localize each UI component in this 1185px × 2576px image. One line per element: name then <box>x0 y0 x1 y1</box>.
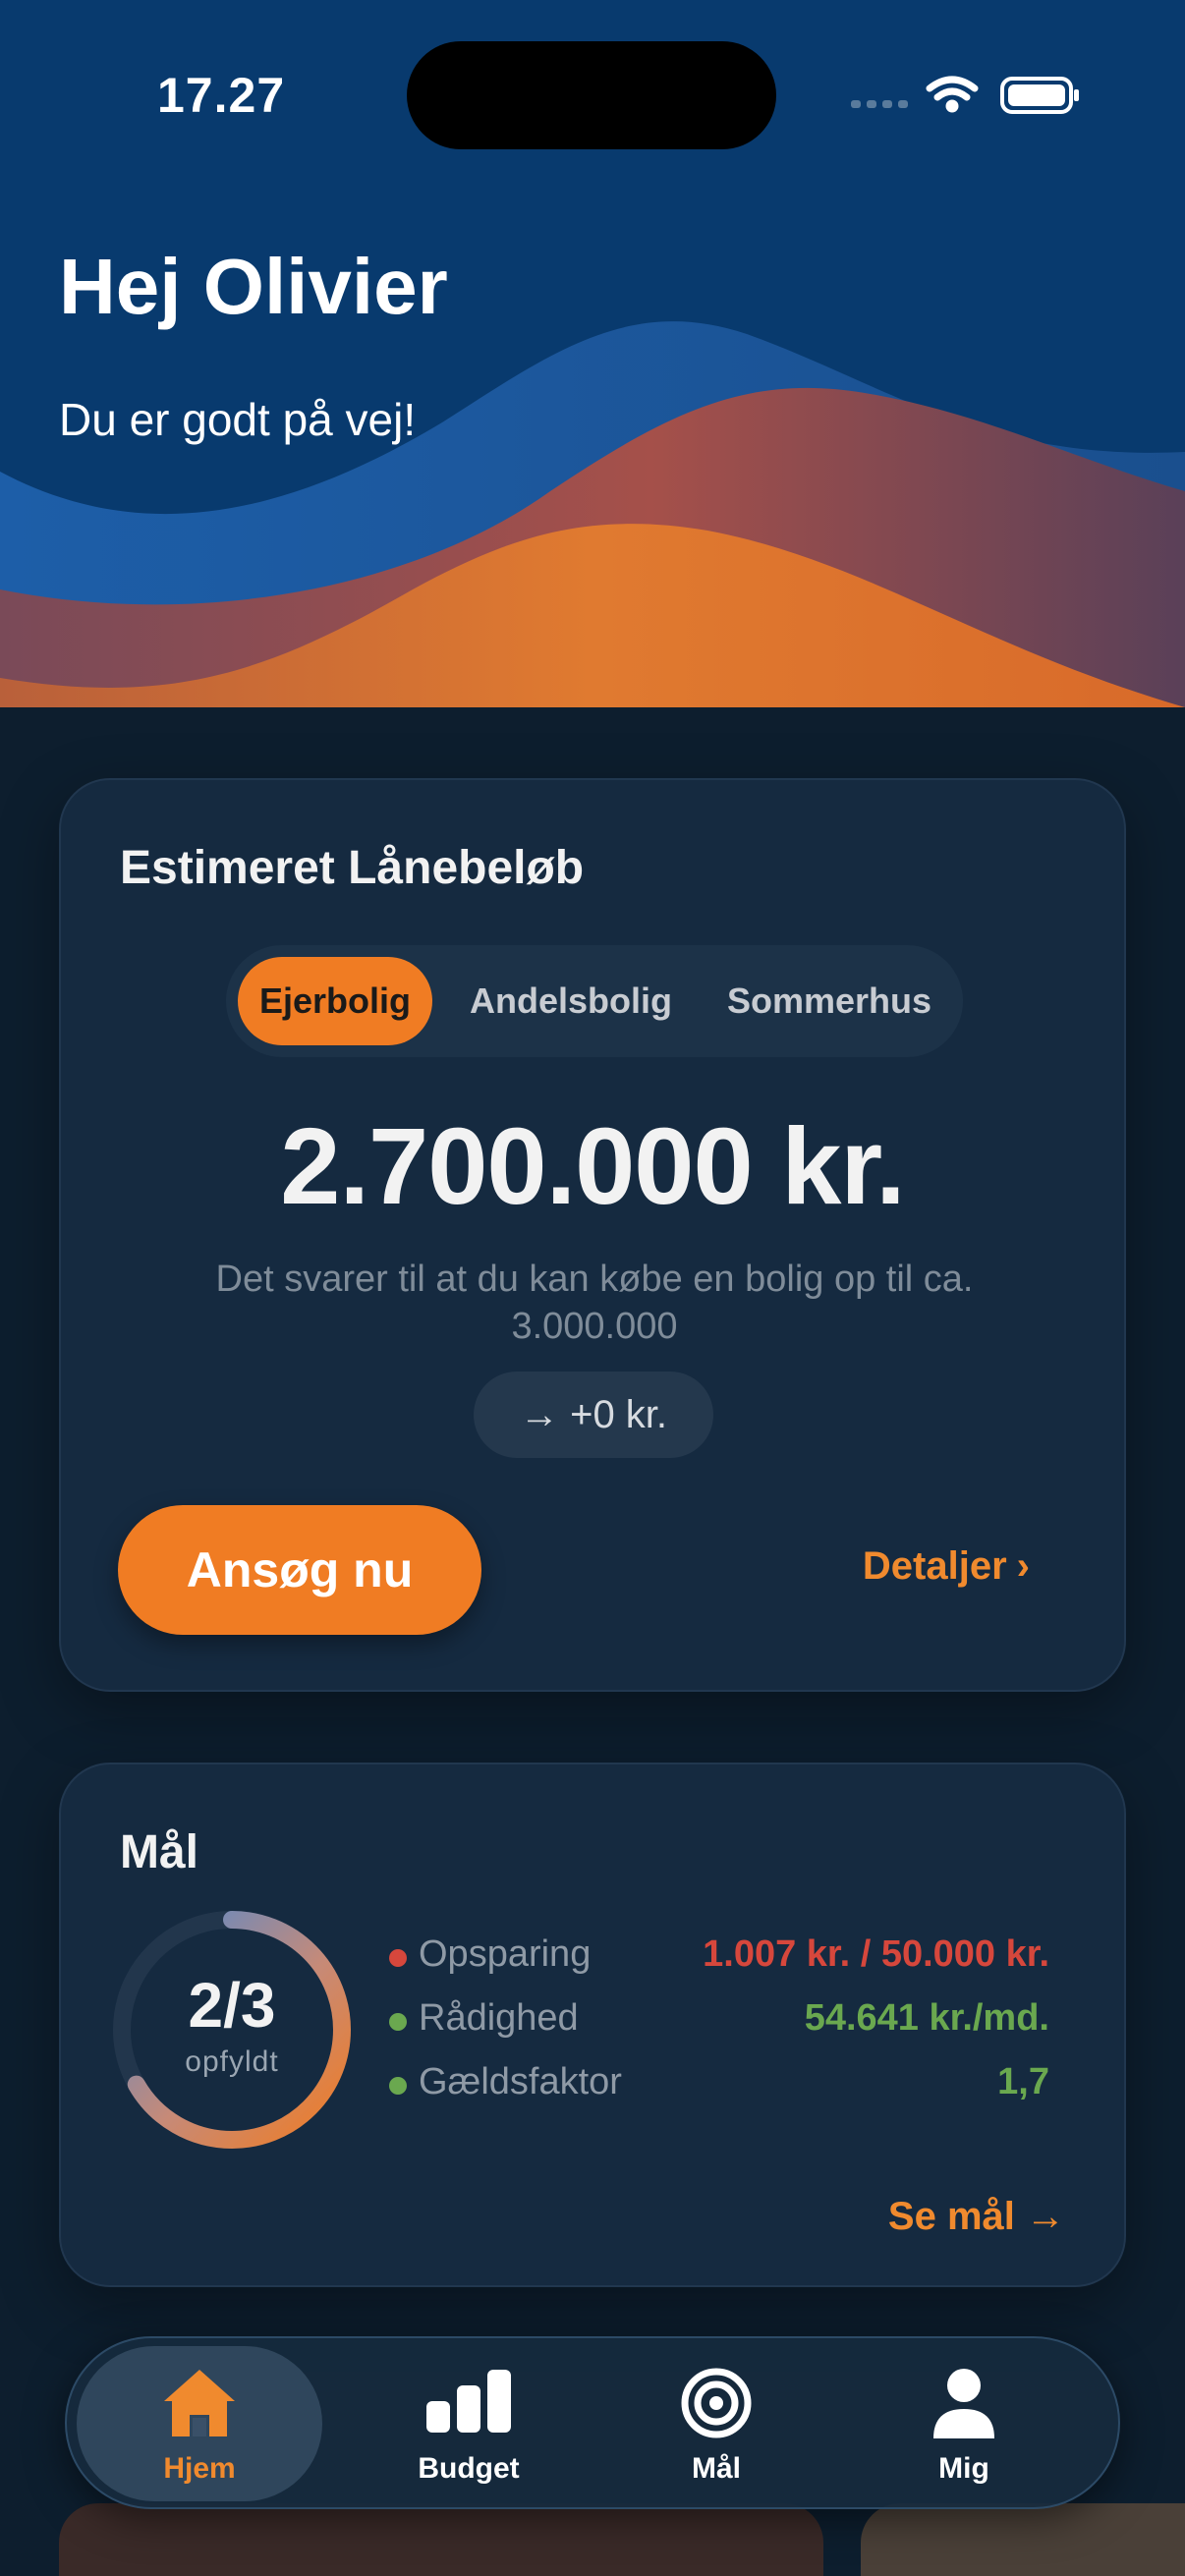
battery-icon <box>1000 77 1079 114</box>
details-link[interactable]: Detaljer › <box>863 1544 1030 1589</box>
status-dot-green <box>389 2013 407 2031</box>
goal-row-raadighed: Rådighed 54.641 kr./md. <box>389 1993 1049 2048</box>
property-type-segmented-control: Ejerbolig Andelsbolig Sommerhus <box>226 945 963 1057</box>
goal-name: Rådighed <box>419 1997 579 2039</box>
see-goals-link[interactable]: Se mål → <box>888 2195 1065 2239</box>
tab-label: Mig <box>938 2452 989 2485</box>
status-icons <box>845 71 1091 120</box>
tab-hjem[interactable]: Hjem <box>77 2346 322 2501</box>
tab-andelsbolig[interactable]: Andelsbolig <box>442 957 700 1045</box>
tab-ejerbolig[interactable]: Ejerbolig <box>238 957 432 1045</box>
home-icon <box>77 2366 322 2444</box>
signal-icon <box>851 100 908 108</box>
goal-value: 1,7 <box>997 2061 1049 2102</box>
goals-card-title: Mål <box>120 1826 199 1878</box>
goal-value: 1.007 kr. / 50.000 kr. <box>703 1933 1049 1975</box>
goals-progress-value: 2/3 <box>188 1970 276 2041</box>
person-icon <box>841 2366 1087 2444</box>
status-time: 17.27 <box>157 68 286 123</box>
greeting-subtitle: Du er godt på vej! <box>59 394 417 445</box>
tab-label: Mål <box>691 2452 741 2485</box>
tab-budget[interactable]: Budget <box>346 2346 592 2501</box>
chevron-right-icon: › <box>1016 1544 1030 1588</box>
content-card-image[interactable] <box>861 2503 1185 2576</box>
loan-estimate-card: Estimeret Lånebeløb Ejerbolig Andelsboli… <box>59 778 1126 1692</box>
arrow-right-icon: → <box>1026 2195 1065 2238</box>
loan-amount: 2.700.000 kr. <box>280 1106 905 1227</box>
tab-maal[interactable]: Mål <box>593 2346 839 2501</box>
goals-progress-ring: 2/3 opfyldt <box>104 1902 360 2157</box>
delta-value: +0 kr. <box>570 1393 668 1436</box>
tab-bar: Hjem Budget Mål Mig <box>65 2336 1120 2509</box>
status-dot-green <box>389 2077 407 2095</box>
goal-row-opsparing: Opsparing 1.007 kr. / 50.000 kr. <box>389 1930 1049 1985</box>
details-label: Detaljer <box>862 1544 1007 1588</box>
tab-label: Hjem <box>163 2452 236 2485</box>
loan-description: Det svarer til at du kan købe en bolig o… <box>215 1259 974 1347</box>
goal-name: Gældsfaktor <box>419 2061 622 2102</box>
loan-card-title: Estimeret Lånebeløb <box>120 842 585 894</box>
status-dot-red <box>389 1949 407 1967</box>
goal-value: 54.641 kr./md. <box>804 1997 1049 2039</box>
apply-now-button[interactable]: Ansøg nu <box>118 1505 481 1635</box>
target-icon <box>593 2366 839 2444</box>
goals-progress-label: opfyldt <box>185 2045 279 2078</box>
delta-badge: → +0 kr. <box>474 1372 713 1458</box>
tab-mig[interactable]: Mig <box>841 2346 1087 2501</box>
dynamic-island <box>407 41 776 149</box>
arrow-right-icon: → <box>519 1393 559 1436</box>
see-goals-label: Se mål <box>887 2195 1015 2238</box>
goal-name: Opsparing <box>419 1933 592 1975</box>
bar-chart-icon <box>346 2366 592 2444</box>
greeting-title: Hej Olivier <box>59 243 448 330</box>
status-bar: 17.27 <box>0 0 1185 187</box>
content-card-image[interactable] <box>59 2503 823 2576</box>
wifi-icon <box>926 76 979 113</box>
tab-label: Budget <box>418 2452 520 2485</box>
goal-row-gaeldsfaktor: Gældsfaktor 1,7 <box>389 2057 1049 2112</box>
header-banner: 17.27 Hej Olivier Du er godt på vej! <box>0 0 1185 707</box>
goals-card: Mål 2/3 opfyldt Opsparing 1.007 kr. / 50… <box>59 1763 1126 2287</box>
tab-sommerhus[interactable]: Sommerhus <box>705 957 953 1045</box>
